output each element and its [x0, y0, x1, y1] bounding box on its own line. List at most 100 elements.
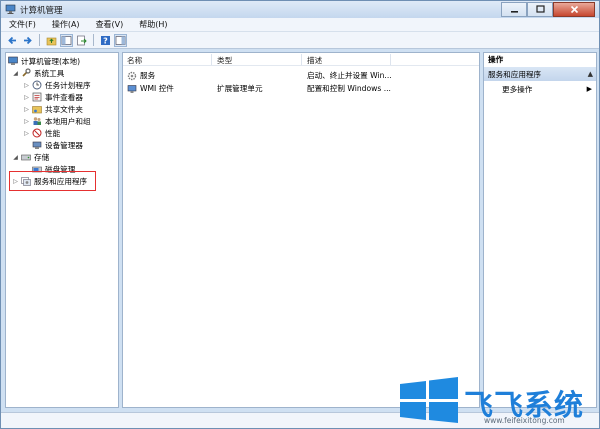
computer-management-icon [5, 4, 16, 15]
list-item-name: WMI 控件 [140, 84, 174, 93]
forward-button[interactable] [21, 34, 34, 47]
toolbar-separator [93, 34, 94, 46]
column-header-type[interactable]: 类型 [217, 55, 232, 66]
tree-item-label: 事件查看器 [45, 92, 83, 102]
more-actions-item[interactable]: 更多操作 ▶ [484, 83, 596, 95]
menu-view[interactable]: 查看(V) [96, 19, 124, 30]
column-header-description[interactable]: 描述 [307, 55, 322, 66]
tree-item-label: 系统工具 [34, 68, 65, 78]
column-divider[interactable] [390, 54, 391, 65]
back-button[interactable] [6, 34, 19, 47]
collapse-section-icon[interactable]: ▲ [588, 70, 593, 78]
toolbar-separator [39, 34, 40, 46]
action-pane: 操作 服务和应用程序 ▲ 更多操作 ▶ [483, 52, 597, 408]
submenu-arrow-icon: ▶ [586, 85, 592, 93]
folder-up-icon [46, 37, 57, 45]
menu-help[interactable]: 帮助(H) [139, 19, 167, 30]
tree-item-performance[interactable]: ▷ 性能 [23, 127, 60, 139]
action-section-services-apps[interactable]: 服务和应用程序 ▲ [484, 67, 596, 81]
device-manager-icon [32, 140, 42, 150]
tree-item-label: 共享文件夹 [45, 104, 83, 114]
tree-item-task-scheduler[interactable]: ▷ 任务计划程序 [23, 79, 91, 91]
computer-management-icon [8, 56, 18, 66]
list-cell-name: 服务 [127, 70, 155, 81]
users-icon [32, 116, 42, 126]
highlight-annotation-box [9, 171, 96, 191]
tree-item-computer-management-local[interactable]: 计算机管理(本地) [8, 55, 80, 67]
more-actions-label: 更多操作 [502, 84, 533, 94]
tree-item-system-tools[interactable]: ◢ 系统工具 [12, 67, 64, 79]
watermark-url: www.feifeixitong.com [484, 416, 565, 425]
title-bar[interactable]: 计算机管理 [1, 1, 599, 18]
forward-arrow-icon [24, 36, 32, 44]
shared-folder-icon [32, 104, 42, 114]
export-list-icon [77, 35, 87, 45]
column-header-name[interactable]: 名称 [127, 55, 142, 66]
menu-action[interactable]: 操作(A) [52, 19, 80, 30]
column-divider[interactable] [211, 54, 212, 65]
svg-text:?: ? [103, 36, 108, 45]
windows-logo-icon [400, 377, 458, 423]
minimize-button[interactable] [501, 2, 527, 17]
list-cell-type: 扩展管理单元 [217, 84, 263, 93]
list-column-header: 名称 类型 描述 [123, 53, 479, 66]
export-list-button[interactable] [75, 34, 88, 47]
list-row-wmi-control[interactable]: WMI 控件 扩展管理单元 配置和控制 Windows ... [123, 81, 479, 94]
list-cell-name: WMI 控件 [127, 83, 174, 94]
collapse-arrow-icon[interactable]: ◢ [12, 154, 19, 161]
close-button[interactable] [553, 2, 595, 17]
tree-item-label: 任务计划程序 [45, 80, 91, 90]
show-hide-action-pane-button[interactable] [114, 33, 127, 47]
help-button[interactable]: ? [99, 34, 112, 47]
help-icon: ? [101, 35, 110, 45]
tree-item-label: 计算机管理(本地) [21, 56, 81, 66]
maximize-button[interactable] [527, 2, 553, 17]
column-divider[interactable] [301, 54, 302, 65]
tree-item-label: 设备管理器 [45, 140, 83, 150]
tree-item-event-viewer[interactable]: ▷ 事件查看器 [23, 91, 83, 103]
window-title: 计算机管理 [20, 5, 63, 16]
toolbar: ? [1, 32, 599, 49]
expand-arrow-icon[interactable]: ▷ [23, 106, 30, 113]
tools-icon [21, 68, 31, 78]
tree-item-label: 性能 [45, 128, 61, 138]
collapse-arrow-icon[interactable]: ◢ [12, 70, 19, 77]
tree-item-storage[interactable]: ◢ 存储 [12, 151, 49, 163]
close-icon [570, 5, 578, 14]
action-pane-header: 操作 [484, 53, 596, 66]
console-tree-icon [61, 35, 72, 45]
clock-icon [32, 80, 42, 90]
menu-file[interactable]: 文件(F) [9, 19, 36, 30]
up-level-button[interactable] [45, 34, 58, 47]
expand-arrow-icon[interactable]: ▷ [23, 118, 30, 125]
services-icon [127, 71, 137, 81]
tree-item-label: 本地用户和组 [45, 116, 91, 126]
minimize-icon [510, 11, 518, 13]
list-row-services[interactable]: 服务 启动、终止并设置 Win... [123, 68, 479, 81]
list-cell-description: 配置和控制 Windows ... [307, 84, 391, 93]
list-cell-description: 启动、终止并设置 Win... [307, 71, 392, 80]
tree-item-device-manager[interactable]: 设备管理器 [32, 139, 83, 151]
menu-bar: 文件(F) 操作(A) 查看(V) 帮助(H) [1, 18, 599, 32]
performance-icon [32, 128, 42, 138]
action-pane-icon [115, 35, 126, 45]
window-controls [501, 2, 595, 17]
expand-arrow-icon[interactable]: ▷ [23, 130, 30, 137]
list-item-name: 服务 [140, 71, 156, 80]
back-arrow-icon [8, 36, 16, 44]
tree-item-local-users-groups[interactable]: ▷ 本地用户和组 [23, 115, 91, 127]
expand-arrow-icon[interactable]: ▷ [23, 82, 30, 89]
storage-icon [21, 152, 31, 162]
event-viewer-icon [32, 92, 42, 102]
action-section-label: 服务和应用程序 [488, 69, 542, 79]
computer-management-window: 计算机管理 文件(F) 操作(A) 查看(V) 帮助(H) ? 计算机管理(本地… [0, 0, 600, 429]
console-tree-pane: 计算机管理(本地) ◢ 系统工具 ▷ 任务计划程序 ▷ 事件查看器 ▷ 共享文件… [5, 52, 119, 408]
maximize-icon [535, 5, 545, 13]
tree-item-label: 存储 [34, 152, 50, 162]
expand-arrow-icon[interactable]: ▷ [23, 94, 30, 101]
wmi-control-icon [127, 84, 137, 94]
show-hide-tree-button[interactable] [60, 33, 73, 47]
tree-item-shared-folders[interactable]: ▷ 共享文件夹 [23, 103, 83, 115]
site-watermark: 飞飞系统 www.feifeixitong.com [398, 372, 598, 428]
results-list-pane: 名称 类型 描述 服务 启动、终止并设置 Win... WMI 控件 扩展管理单… [122, 52, 480, 408]
